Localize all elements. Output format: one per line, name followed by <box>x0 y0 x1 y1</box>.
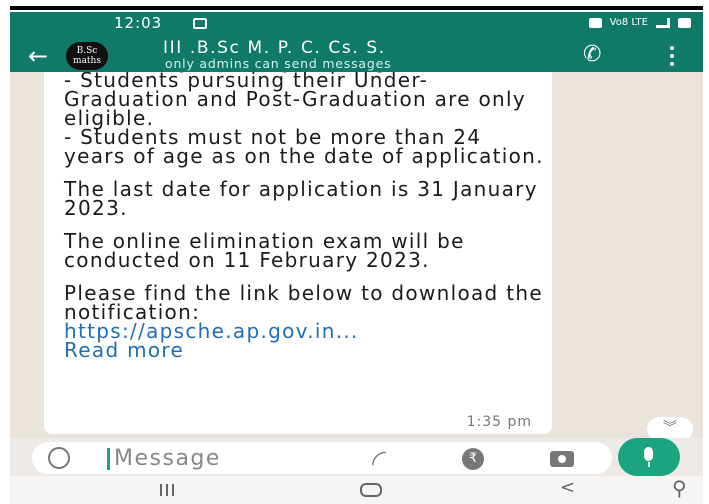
back-arrow-icon[interactable]: ← <box>28 44 48 68</box>
nav-back-icon[interactable]: < <box>560 477 575 498</box>
camera-icon[interactable] <box>550 451 574 467</box>
group-avatar[interactable]: B.Sc maths <box>66 42 108 70</box>
status-time: 12:03 <box>114 14 163 32</box>
network-label: Vo8 LTE <box>609 17 648 28</box>
avatar-text: B.Sc maths <box>73 46 101 66</box>
chat-title[interactable]: III .B.Sc M. P. C. Cs. S. <box>163 38 386 58</box>
chat-subtitle: only admins can send messages <box>165 56 392 71</box>
status-bar: 12:03 Vo8 LTE <box>10 12 703 36</box>
menu-icon[interactable] <box>670 46 675 68</box>
camera-status-icon <box>588 17 602 28</box>
message-paragraph: Please find the link below to download t… <box>64 281 543 324</box>
input-bar: ⌒ ₹ <box>10 438 703 478</box>
message-paragraph: The last date for application is 31 Janu… <box>64 177 538 220</box>
recent-apps-icon[interactable] <box>160 484 174 496</box>
mic-icon[interactable] <box>618 438 680 476</box>
chat-area[interactable]: academic years only are eligible. - Stud… <box>10 72 703 438</box>
message-text: academic years only are eligible. - Stud… <box>64 72 544 360</box>
payment-icon[interactable]: ₹ <box>462 448 484 470</box>
message-paragraph: The online elimination exam will be cond… <box>64 229 465 272</box>
read-more-link[interactable]: Read more <box>64 340 544 360</box>
text-cursor <box>107 448 110 470</box>
message-paragraph: academic years only are eligible. - Stud… <box>64 72 544 168</box>
battery-icon <box>678 17 691 28</box>
status-indicators: Vo8 LTE <box>588 17 691 28</box>
gallery-notification-icon <box>193 18 207 29</box>
message-input-pill: ⌒ ₹ <box>32 442 612 478</box>
accessibility-icon[interactable]: ⚲ <box>672 476 687 500</box>
attach-icon[interactable]: ⌒ <box>365 444 400 479</box>
chat-header: 12:03 Vo8 LTE ← B.Sc maths III .B.Sc M. … <box>10 12 703 72</box>
signal-icon <box>656 17 670 28</box>
system-nav-bar: < ⚲ <box>10 476 703 504</box>
home-icon[interactable] <box>360 483 382 497</box>
call-add-icon[interactable]: ✆ <box>583 42 601 67</box>
emoji-icon[interactable] <box>48 447 70 469</box>
message-time: 1:35 pm <box>466 414 532 430</box>
message-bubble[interactable]: academic years only are eligible. - Stud… <box>44 72 552 434</box>
message-input[interactable] <box>114 444 314 472</box>
top-border <box>10 6 703 10</box>
scroll-down-icon[interactable]: ︾ <box>647 417 693 438</box>
